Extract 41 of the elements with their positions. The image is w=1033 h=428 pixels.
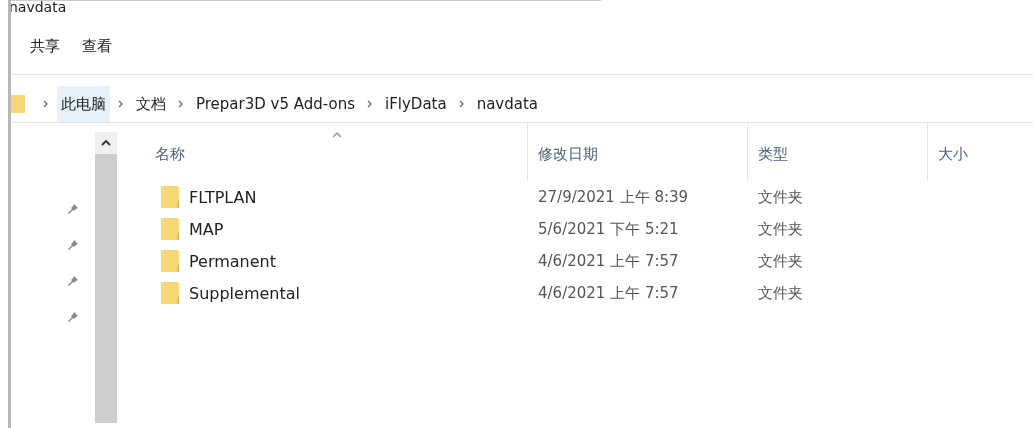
pin-icon[interactable] xyxy=(67,311,79,323)
chevron-icon[interactable] xyxy=(118,100,124,108)
breadcrumb-item[interactable]: 文档 xyxy=(132,86,170,122)
breadcrumb-item[interactable]: 此电脑 xyxy=(57,86,110,122)
file-name[interactable]: Permanent xyxy=(189,251,276,271)
ribbon-tab[interactable]: 查看 xyxy=(82,34,112,58)
file-name[interactable]: Supplemental xyxy=(189,283,300,303)
folder-icon xyxy=(161,282,179,304)
file-name[interactable]: MAP xyxy=(189,219,224,239)
pin-icon[interactable] xyxy=(67,239,79,251)
scrollbar[interactable] xyxy=(95,132,117,423)
scroll-up-icon[interactable] xyxy=(101,139,111,146)
chevron-icon[interactable] xyxy=(178,100,184,108)
column-header[interactable]: 修改日期 xyxy=(538,144,598,164)
chevron-icon[interactable] xyxy=(367,100,373,108)
folder-icon xyxy=(11,94,25,114)
table-cell: 文件夹 xyxy=(758,252,803,270)
breadcrumb-item[interactable]: navdata xyxy=(472,86,543,122)
breadcrumb-item[interactable]: iFlyData xyxy=(381,86,451,122)
folder-icon xyxy=(161,186,179,208)
folder-icon xyxy=(161,218,179,240)
ribbon-tab[interactable]: 共享 xyxy=(30,34,60,58)
chevron-icon[interactable] xyxy=(458,100,465,108)
breadcrumb-item[interactable]: Prepar3D v5 Add-ons xyxy=(192,86,359,122)
table-cell: 4/6/2021 上午 7:57 xyxy=(538,284,679,302)
column-header[interactable]: 大小 xyxy=(938,144,968,164)
chevron-icon[interactable] xyxy=(43,100,49,108)
table-cell: 27/9/2021 上午 8:39 xyxy=(538,188,689,206)
sort-caret-icon xyxy=(332,132,342,138)
table-cell: 4/6/2021 上午 7:57 xyxy=(538,252,679,270)
window-title: navdata xyxy=(11,0,68,14)
folder-icon xyxy=(161,250,179,272)
pin-icon[interactable] xyxy=(67,203,79,215)
column-header[interactable]: 类型 xyxy=(758,144,788,164)
table-cell: 5/6/2021 下午 5:21 xyxy=(538,220,679,238)
table-cell: 文件夹 xyxy=(758,220,803,238)
column-header[interactable]: 名称 xyxy=(155,144,185,164)
table-cell: 文件夹 xyxy=(758,188,803,206)
pin-icon[interactable] xyxy=(67,275,79,287)
file-name[interactable]: FLTPLAN xyxy=(189,187,257,207)
table-cell: 文件夹 xyxy=(758,284,803,302)
